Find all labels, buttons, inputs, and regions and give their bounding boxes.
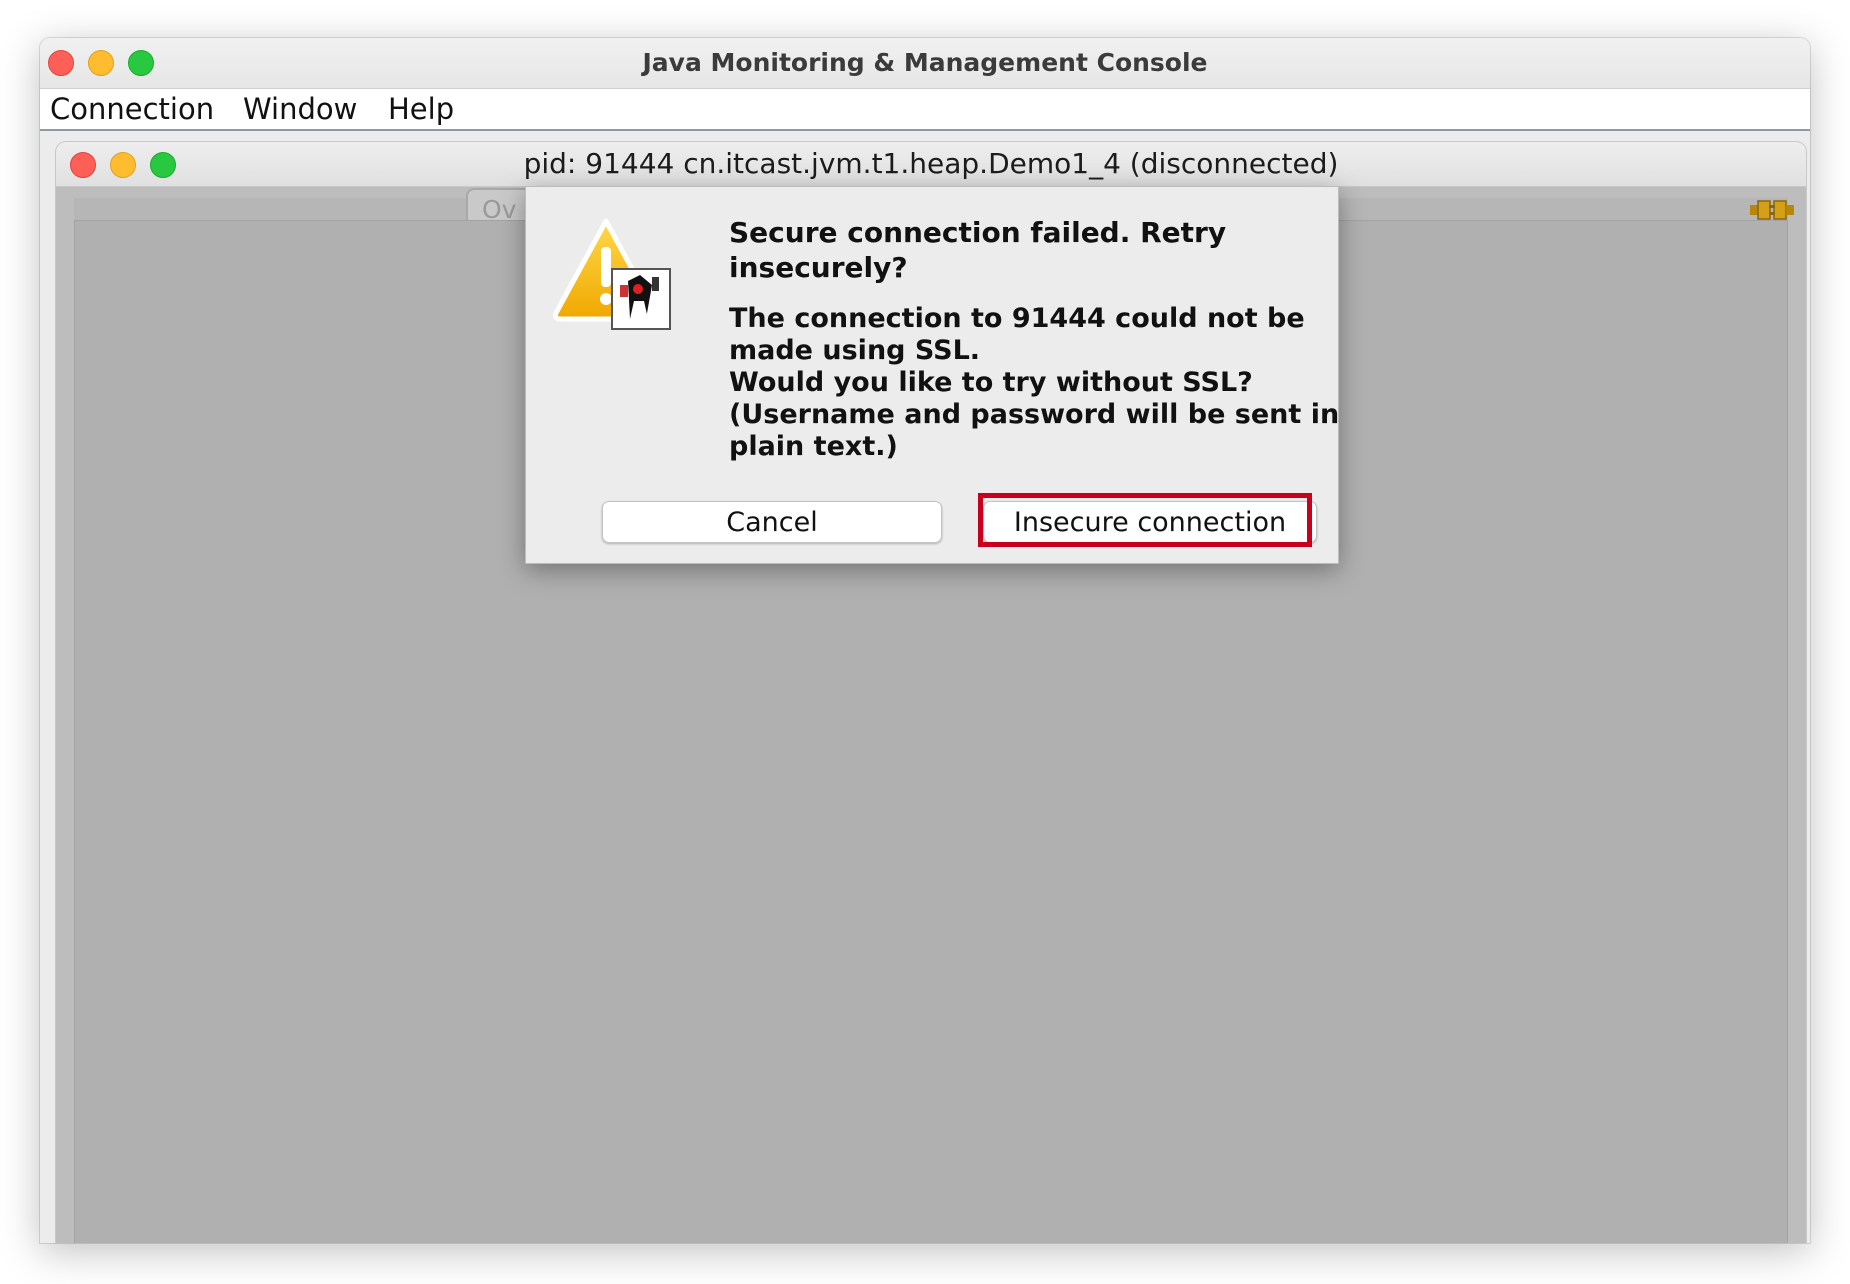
menu-window[interactable]: Window: [243, 89, 357, 129]
dialog-heading: Secure connection failed. Retry insecure…: [729, 215, 1289, 285]
window-title: Java Monitoring & Management Console: [642, 48, 1208, 77]
window-titlebar[interactable]: Java Monitoring & Management Console: [40, 38, 1810, 89]
menu-help[interactable]: Help: [388, 89, 454, 129]
cancel-button[interactable]: Cancel: [602, 501, 942, 543]
dialog-message-line: plain text.): [729, 431, 898, 462]
menu-connection[interactable]: Connection: [50, 89, 214, 129]
dialog-message-line: made using SSL.: [729, 335, 981, 366]
internal-frame-title: pid: 91444 cn.itcast.jvm.t1.heap.Demo1_4…: [523, 147, 1339, 180]
warning-icon: [553, 218, 671, 330]
dialog-message-line: Would you like to try without SSL?: [729, 367, 1253, 398]
insecure-retry-dialog: Secure connection failed. Retry insecure…: [525, 186, 1339, 564]
insecure-connection-button[interactable]: Insecure connection: [983, 501, 1317, 543]
dialog-message: The connection to 91444 could not be mad…: [729, 303, 1340, 463]
dialog-message-line: (Username and password will be sent in: [729, 399, 1340, 430]
dialog-heading-line: Secure connection failed. Retry: [729, 216, 1227, 249]
internal-frame-titlebar[interactable]: pid: 91444 cn.itcast.jvm.t1.heap.Demo1_4…: [56, 142, 1806, 187]
dialog-heading-line: insecurely?: [729, 251, 908, 284]
dialog-message-line: The connection to 91444 could not be: [729, 303, 1305, 334]
menubar: Connection Window Help: [40, 89, 1810, 131]
